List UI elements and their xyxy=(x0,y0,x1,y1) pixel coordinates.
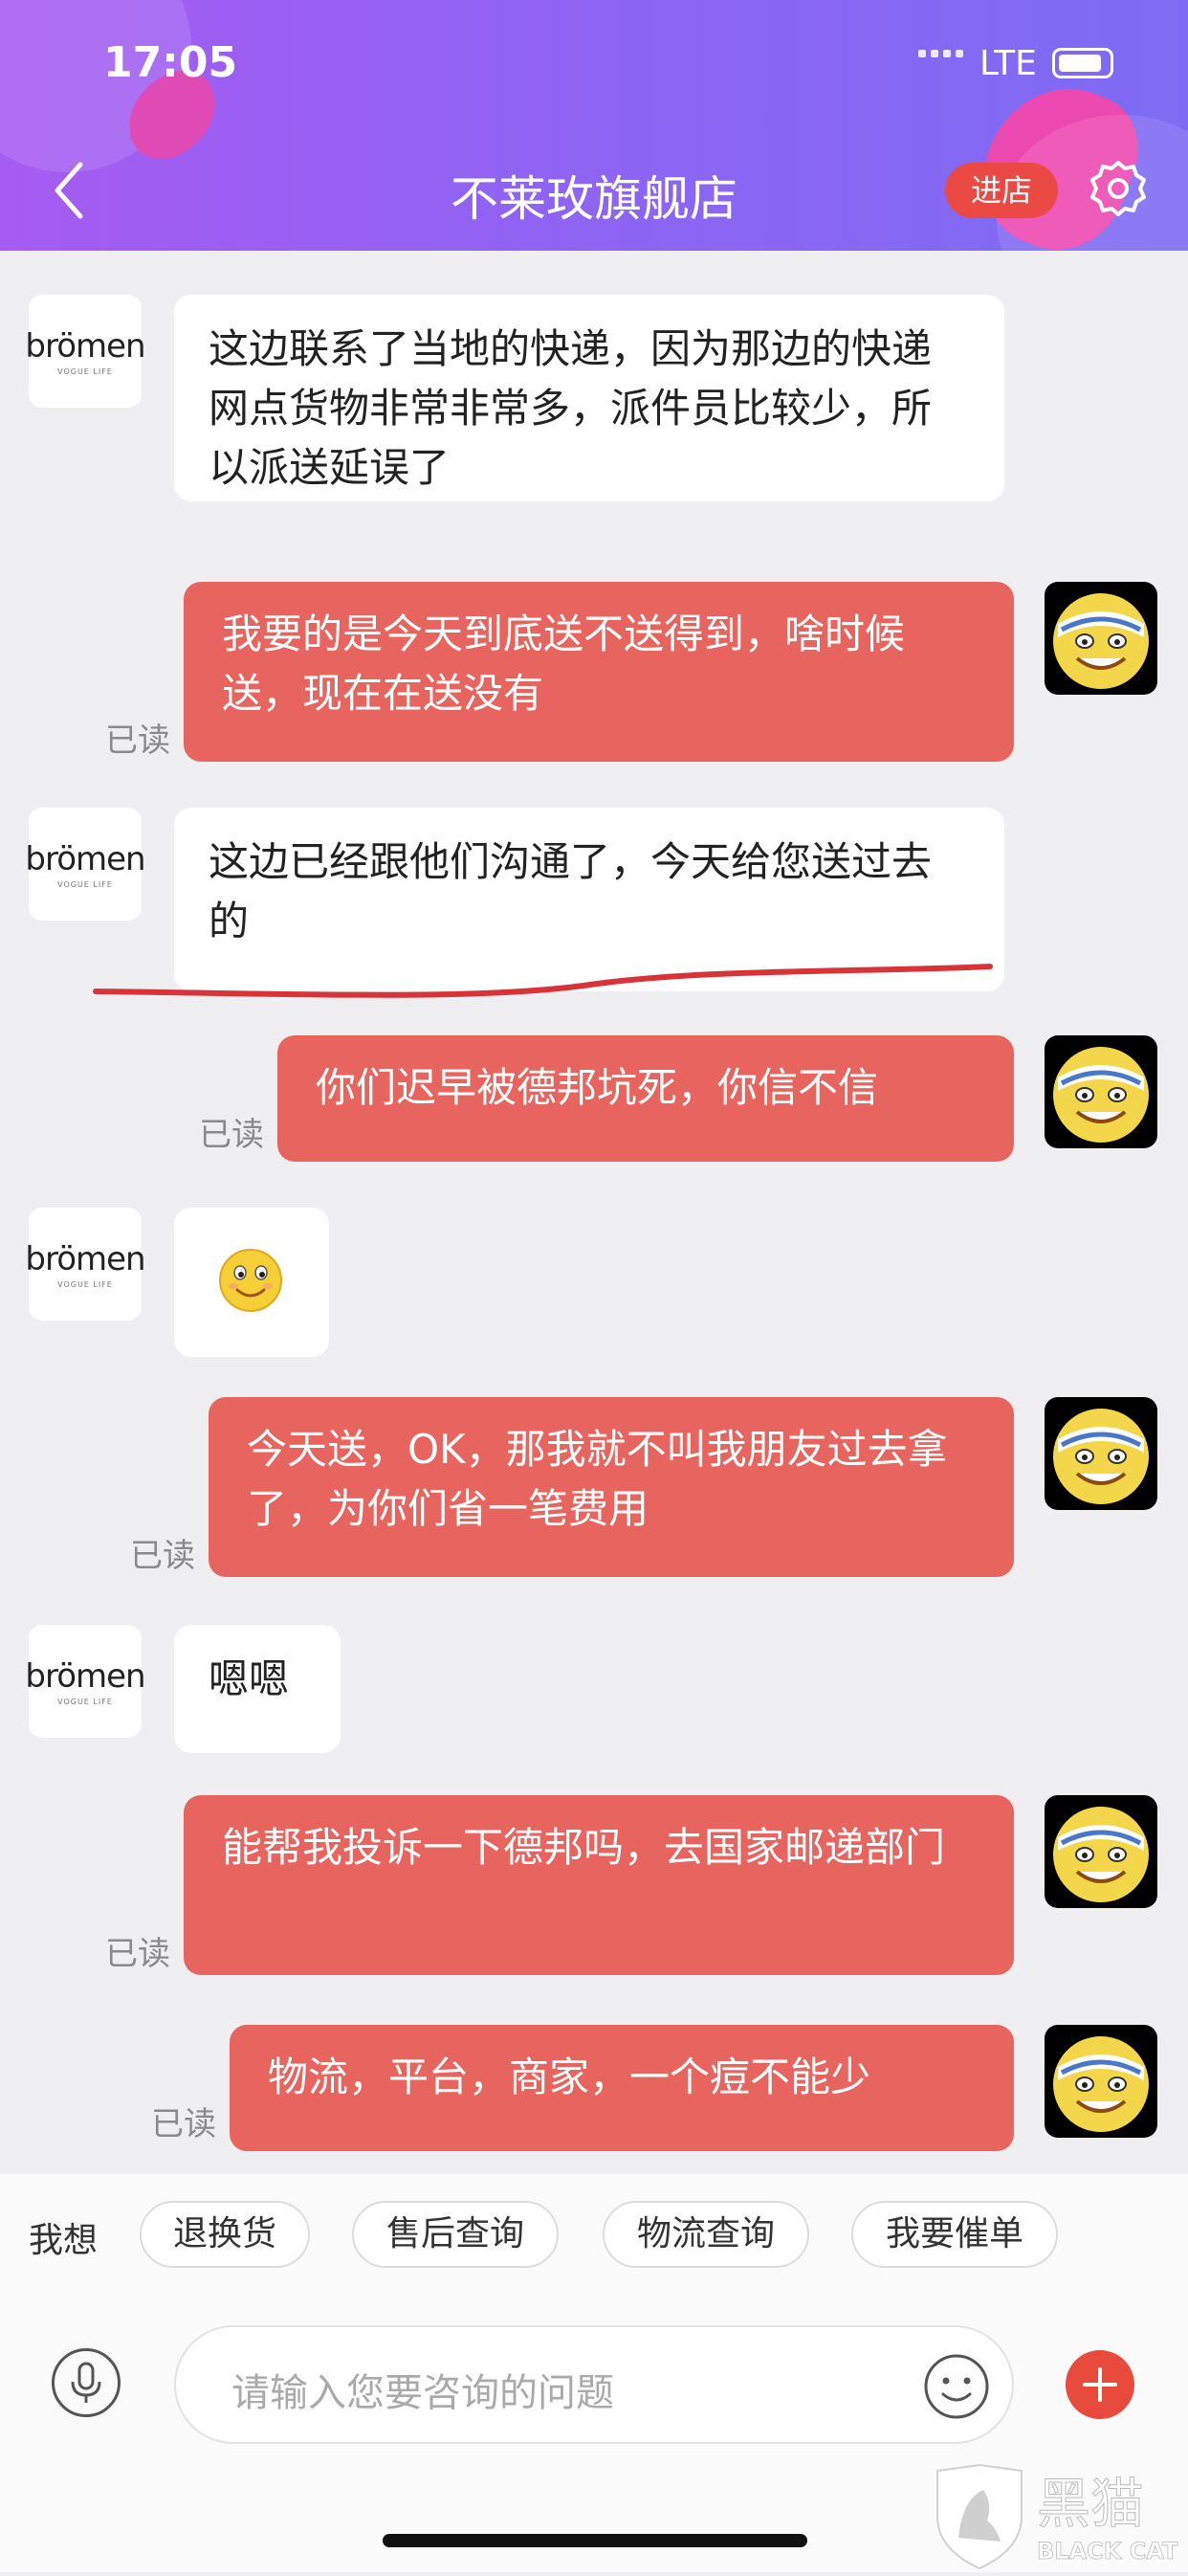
shop-logo-text: brömen xyxy=(25,839,145,878)
shop-avatar[interactable]: brömen VOGUE LIFE xyxy=(25,295,146,408)
message-list[interactable]: brömen VOGUE LIFE 这边联系了当地的快递，因为那边的快递网点货物… xyxy=(0,251,1188,2174)
shop-message-bubble[interactable]: 这边联系了当地的快递，因为那边的快递网点货物非常非常多，派件员比较少，所以派送延… xyxy=(174,295,1004,501)
shop-logo-text: brömen xyxy=(25,326,145,366)
status-time: 17:05 xyxy=(103,38,238,87)
chip-urge-order[interactable]: 我要催单 xyxy=(851,2201,1058,2268)
enter-store-button[interactable]: 进店 xyxy=(945,163,1058,218)
shop-avatar[interactable]: brömen VOGUE LIFE xyxy=(25,808,146,921)
gear-icon xyxy=(1090,161,1146,216)
smile-emoji-icon xyxy=(219,1249,282,1312)
shop-message-bubble[interactable]: 嗯嗯 xyxy=(174,1625,341,1753)
shop-logo-subtitle: VOGUE LIFE xyxy=(57,879,113,889)
read-receipt: 已读 xyxy=(105,1935,170,1973)
input-placeholder: 请输入您要咨询的问题 xyxy=(231,2371,614,2415)
read-receipt: 已读 xyxy=(199,1116,264,1154)
shop-logo-subtitle: VOGUE LIFE xyxy=(57,366,113,376)
plus-icon xyxy=(1083,2367,1117,2402)
red-underline-annotation xyxy=(93,964,993,998)
chip-logistics[interactable]: 物流查询 xyxy=(603,2201,809,2268)
user-avatar[interactable] xyxy=(1045,2025,1157,2138)
read-receipt: 已读 xyxy=(130,1537,195,1575)
blackcat-watermark: 黑猫 BLACK CAT xyxy=(930,2461,1188,2572)
settings-button[interactable] xyxy=(1087,157,1150,220)
mic-icon xyxy=(71,2362,101,2403)
read-receipt: 已读 xyxy=(105,722,170,760)
smiley-avatar-icon xyxy=(1053,1409,1149,1504)
shop-emoji-bubble[interactable] xyxy=(174,1208,329,1357)
shop-logo-text: brömen xyxy=(25,1656,145,1696)
quick-reply-label: 我想 xyxy=(29,2221,99,2260)
smile-icon xyxy=(924,2354,989,2419)
emoji-button[interactable] xyxy=(922,2352,991,2421)
battery-icon xyxy=(1052,48,1113,78)
user-avatar[interactable] xyxy=(1045,1795,1157,1908)
user-message-bubble[interactable]: 今天送，OK，那我就不叫我朋友过去拿了，为你们省一笔费用 xyxy=(209,1397,1014,1577)
watermark-text-en: BLACK CAT xyxy=(1037,2538,1178,2565)
network-type: LTE xyxy=(979,44,1037,83)
voice-button[interactable] xyxy=(52,2348,121,2417)
shop-avatar[interactable]: brömen VOGUE LIFE xyxy=(25,1208,146,1321)
user-message-bubble[interactable]: 你们迟早被德邦坑死，你信不信 xyxy=(277,1035,1014,1162)
shop-avatar[interactable]: brömen VOGUE LIFE xyxy=(25,1625,146,1738)
cat-shield-icon: 黑猫 BLACK CAT xyxy=(936,2463,1178,2570)
smiley-avatar-icon xyxy=(1053,2036,1149,2132)
quick-reply-bar: 我想 退换货 售后查询 物流查询 我要催单 xyxy=(0,2174,1188,2297)
user-message-bubble[interactable]: 能帮我投诉一下德邦吗，去国家邮递部门 xyxy=(184,1795,1014,1975)
signal-icon xyxy=(918,50,963,57)
user-message-bubble[interactable]: 我要的是今天到底送不送得到，啥时候送，现在在送没有 xyxy=(184,582,1014,762)
user-message-bubble[interactable]: 物流，平台，商家，一个痘不能少 xyxy=(230,2025,1014,2151)
read-receipt: 已读 xyxy=(151,2105,216,2143)
smiley-avatar-icon xyxy=(1053,593,1149,689)
watermark-text-cn: 黑猫 xyxy=(1037,2474,1144,2536)
home-indicator xyxy=(383,2534,807,2547)
smiley-avatar-icon xyxy=(1053,1807,1149,1902)
user-avatar[interactable] xyxy=(1045,1035,1157,1148)
chat-header: 17:05 LTE 不莱玫旗舰店 进店 xyxy=(0,0,1188,251)
message-input[interactable]: 请输入您要咨询的问题 xyxy=(174,2325,1014,2444)
smiley-avatar-icon xyxy=(1053,1047,1149,1143)
shop-logo-subtitle: VOGUE LIFE xyxy=(57,1279,113,1289)
shop-logo-text: brömen xyxy=(25,1239,145,1278)
user-avatar[interactable] xyxy=(1045,1397,1157,1510)
chip-return-exchange[interactable]: 退换货 xyxy=(140,2201,310,2268)
shop-logo-subtitle: VOGUE LIFE xyxy=(57,1697,113,1706)
more-button[interactable] xyxy=(1066,2350,1134,2419)
user-avatar[interactable] xyxy=(1045,582,1157,695)
chip-after-sales[interactable]: 售后查询 xyxy=(352,2201,559,2268)
